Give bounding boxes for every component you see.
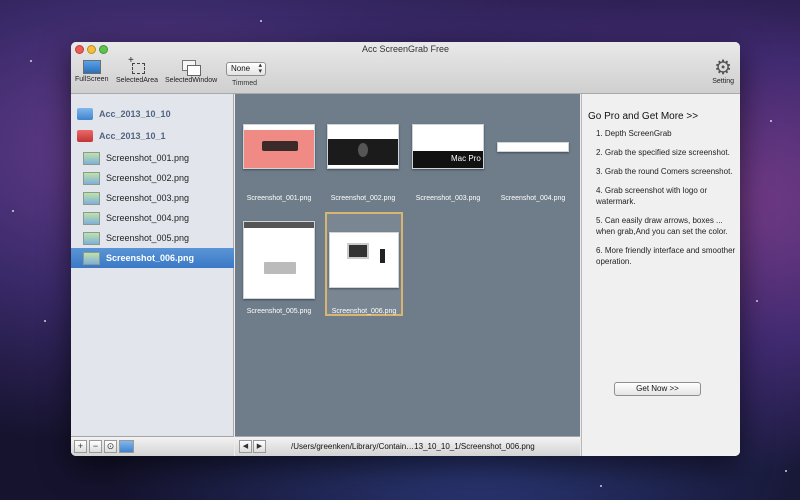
star bbox=[756, 300, 758, 302]
image-file-icon bbox=[83, 231, 100, 245]
star bbox=[30, 60, 32, 62]
fullscreen-label: FullScreen bbox=[75, 76, 109, 83]
image-file-icon bbox=[83, 251, 100, 265]
sidebar-file-label: Screenshot_005.png bbox=[106, 233, 190, 243]
selectedwindow-label: SelectedWindow bbox=[165, 77, 218, 84]
image-file-icon bbox=[83, 171, 100, 185]
window-title: Acc ScreenGrab Free bbox=[361, 44, 450, 54]
sidebar-file-item[interactable]: Screenshot_001.png bbox=[71, 148, 234, 168]
thumbnail-image bbox=[243, 124, 315, 169]
setting-label: Setting bbox=[712, 78, 734, 85]
thumbnail-caption: Screenshot_002.png bbox=[330, 195, 396, 202]
gear-icon: ⚙ bbox=[714, 57, 733, 79]
promo-feature-item: 5. Can easily draw arrows, boxes ... whe… bbox=[596, 216, 728, 236]
gallery-footer: ◀ ▶ /Users/greenken/Library/Contain…13_1… bbox=[235, 436, 580, 456]
star bbox=[770, 120, 772, 122]
sidebar-file-item[interactable]: Screenshot_003.png bbox=[71, 188, 234, 208]
sidebar-file-label: Screenshot_001.png bbox=[106, 153, 190, 163]
image-file-icon bbox=[83, 151, 100, 165]
action-button[interactable]: ⊙ bbox=[104, 440, 117, 453]
crop-area-icon bbox=[128, 55, 146, 75]
star bbox=[785, 470, 787, 472]
image-file-icon bbox=[83, 211, 100, 225]
app-window: Acc ScreenGrab Free FullScreen SelectedA… bbox=[71, 42, 740, 456]
promo-feature-list: 1. Depth ScreenGrab 2. Grab the specifie… bbox=[596, 128, 736, 275]
remove-button[interactable]: − bbox=[89, 440, 102, 453]
star bbox=[600, 485, 602, 487]
sidebar: Acc_2013_10_10 Acc_2013_10_1 Screenshot_… bbox=[71, 94, 234, 456]
sidebar-file-label: Screenshot_002.png bbox=[106, 173, 190, 183]
monitor-icon bbox=[82, 60, 101, 74]
sidebar-file-item[interactable]: Screenshot_005.png bbox=[71, 228, 234, 248]
promo-feature-item: 1. Depth ScreenGrab bbox=[596, 129, 672, 138]
thumbnail-image bbox=[327, 124, 399, 169]
thumbnail-image bbox=[497, 142, 569, 152]
thumbnail-gallery: Screenshot_001.png Screenshot_002.png Ma… bbox=[235, 94, 580, 436]
thumbnail-caption: Screenshot_006.png bbox=[331, 308, 397, 315]
window-icon bbox=[182, 60, 202, 76]
home-folder-icon bbox=[77, 108, 93, 120]
next-button[interactable]: ▶ bbox=[253, 440, 266, 453]
sidebar-file-label: Screenshot_003.png bbox=[106, 193, 190, 203]
sidebar-footer: + − ⊙ bbox=[71, 436, 234, 456]
file-path: /Users/greenken/Library/Contain…13_10_10… bbox=[291, 442, 535, 451]
promo-feature-item: 4. Grab screenshot with logo or watermar… bbox=[596, 186, 708, 206]
timer-select-value: None bbox=[231, 64, 251, 73]
promo-title: Go Pro and Get More >> bbox=[588, 111, 699, 122]
sidebar-folder-label: Acc_2013_10_10 bbox=[99, 109, 171, 119]
fullscreen-button[interactable]: FullScreen bbox=[75, 60, 108, 83]
updown-chevron-icon: ▴ ▾ bbox=[258, 62, 262, 75]
folder-icon[interactable] bbox=[119, 440, 134, 453]
get-now-button[interactable]: Get Now >> bbox=[614, 382, 701, 396]
thumbnail-image bbox=[243, 221, 315, 299]
sidebar-file-item-selected[interactable]: Screenshot_006.png bbox=[71, 248, 234, 268]
thumbnail-caption: Screenshot_005.png bbox=[246, 308, 312, 315]
sidebar-folder-acc-2013-10-1[interactable]: Acc_2013_10_1 bbox=[71, 126, 234, 146]
sidebar-file-label: Screenshot_004.png bbox=[106, 213, 190, 223]
star bbox=[12, 210, 14, 212]
home-folder-icon bbox=[77, 130, 93, 142]
promo-feature-item: 3. Grab the round Comers screenshot. bbox=[596, 167, 733, 176]
thumbnail-caption: Screenshot_004.png bbox=[500, 195, 566, 202]
sidebar-file-item[interactable]: Screenshot_002.png bbox=[71, 168, 234, 188]
star bbox=[44, 320, 46, 322]
sidebar-file-label: Screenshot_006.png bbox=[106, 253, 195, 263]
thumbnail-image bbox=[329, 232, 399, 288]
thumbnail-image: Mac Pro bbox=[412, 124, 484, 169]
previous-button[interactable]: ◀ bbox=[239, 440, 252, 453]
sidebar-folder-label: Acc_2013_10_1 bbox=[99, 131, 166, 141]
setting-button[interactable]: ⚙ Setting bbox=[712, 58, 734, 85]
selectedwindow-button[interactable]: SelectedWindow bbox=[165, 60, 217, 84]
add-button[interactable]: + bbox=[74, 440, 87, 453]
sidebar-file-item[interactable]: Screenshot_004.png bbox=[71, 208, 234, 228]
timer-label: Timmed bbox=[232, 80, 258, 87]
promo-feature-item: 6. More friendly interface and smoother … bbox=[596, 246, 736, 266]
toolbar: Acc ScreenGrab Free FullScreen SelectedA… bbox=[71, 42, 740, 94]
star bbox=[260, 20, 262, 22]
selectedarea-label: SelectedArea bbox=[116, 77, 159, 84]
promo-feature-item: 2. Grab the specified size screenshot. bbox=[596, 148, 730, 157]
timer-select[interactable]: None ▴ ▾ bbox=[226, 62, 266, 76]
thumbnail-caption: Screenshot_001.png bbox=[246, 195, 312, 202]
thumbnail-caption: Screenshot_003.png bbox=[415, 195, 481, 202]
sidebar-folder-acc-2013-10-10[interactable]: Acc_2013_10_10 bbox=[71, 104, 234, 124]
promo-panel: Go Pro and Get More >> 1. Depth ScreenGr… bbox=[581, 94, 740, 456]
selectedarea-button[interactable]: SelectedArea bbox=[116, 55, 159, 84]
image-file-icon bbox=[83, 191, 100, 205]
